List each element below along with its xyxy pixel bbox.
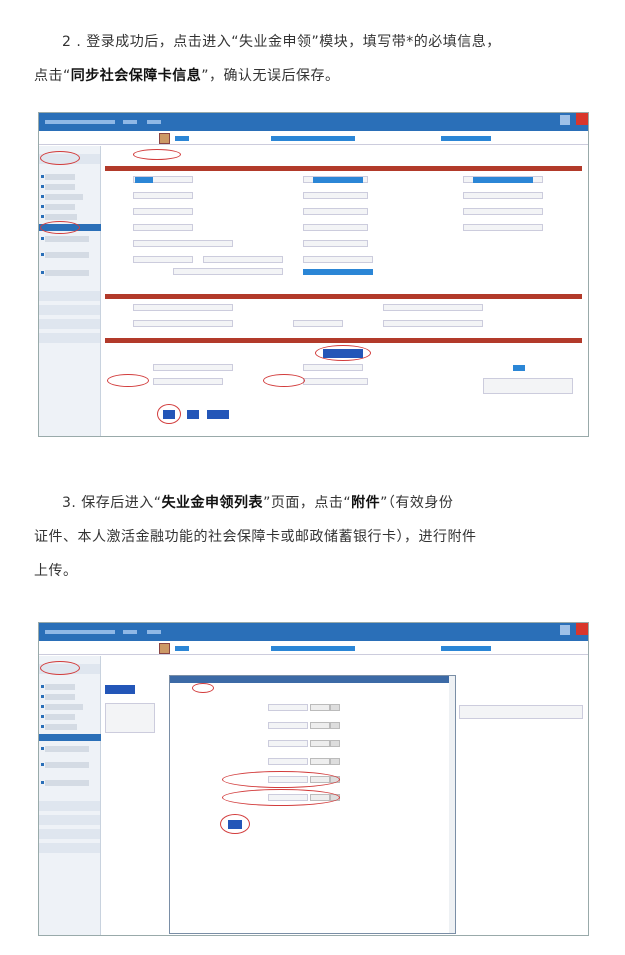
app-titlebar-2 [39, 623, 588, 641]
step3-attachment-text: 附件 [351, 495, 381, 511]
close-icon[interactable] [576, 623, 588, 635]
print-button[interactable] [207, 410, 229, 419]
avatar [159, 133, 170, 144]
step2-sync-card-text: 同步社会保障卡信息 [70, 68, 202, 84]
dialog-header [170, 676, 455, 683]
highlight-oval [40, 151, 80, 165]
step2-line1: 2 . 登录成功后，点击进入“失业金申领”模块，填写带*的必填信息， [62, 34, 501, 50]
attachment-dialog [169, 675, 456, 934]
step3-line1-prefix: 3. 保存后进入“ [62, 495, 162, 511]
step3-list-text: 失业金申领列表 [161, 495, 264, 511]
step2-line2-prefix: 点击“ [34, 68, 71, 84]
step2-paragraph: 2 . 登录成功后，点击进入“失业金申领”模块，填写带*的必填信息， 点击“同步… [34, 25, 594, 93]
app-titlebar [39, 113, 588, 131]
back-button[interactable] [187, 410, 199, 419]
step3-line1-mid: ”页面，点击“ [263, 495, 352, 511]
step3-line3: 上传。 [34, 563, 78, 579]
user-info-bar [39, 131, 588, 145]
minimize-icon[interactable] [560, 115, 570, 125]
step3-line1-suffix: ”（有效身份 [380, 495, 454, 511]
step2-line2-suffix: ”，确认无误后保存。 [201, 68, 340, 84]
step3-line2: 证件、本人激活金融功能的社会保障卡或邮政储蓄银行卡），进行附件 [34, 529, 477, 545]
screenshot-attachment-upload [38, 622, 589, 936]
step3-paragraph: 3. 保存后进入“失业金申领列表”页面，点击“附件”（有效身份 证件、本人激活金… [34, 486, 594, 588]
dialog-scrollbar[interactable] [449, 676, 455, 933]
screenshot-application-form [38, 112, 589, 437]
avatar [159, 643, 170, 654]
section-bar [105, 166, 582, 171]
sidebar [39, 146, 101, 436]
close-icon[interactable] [576, 113, 588, 125]
form-main [103, 146, 588, 436]
